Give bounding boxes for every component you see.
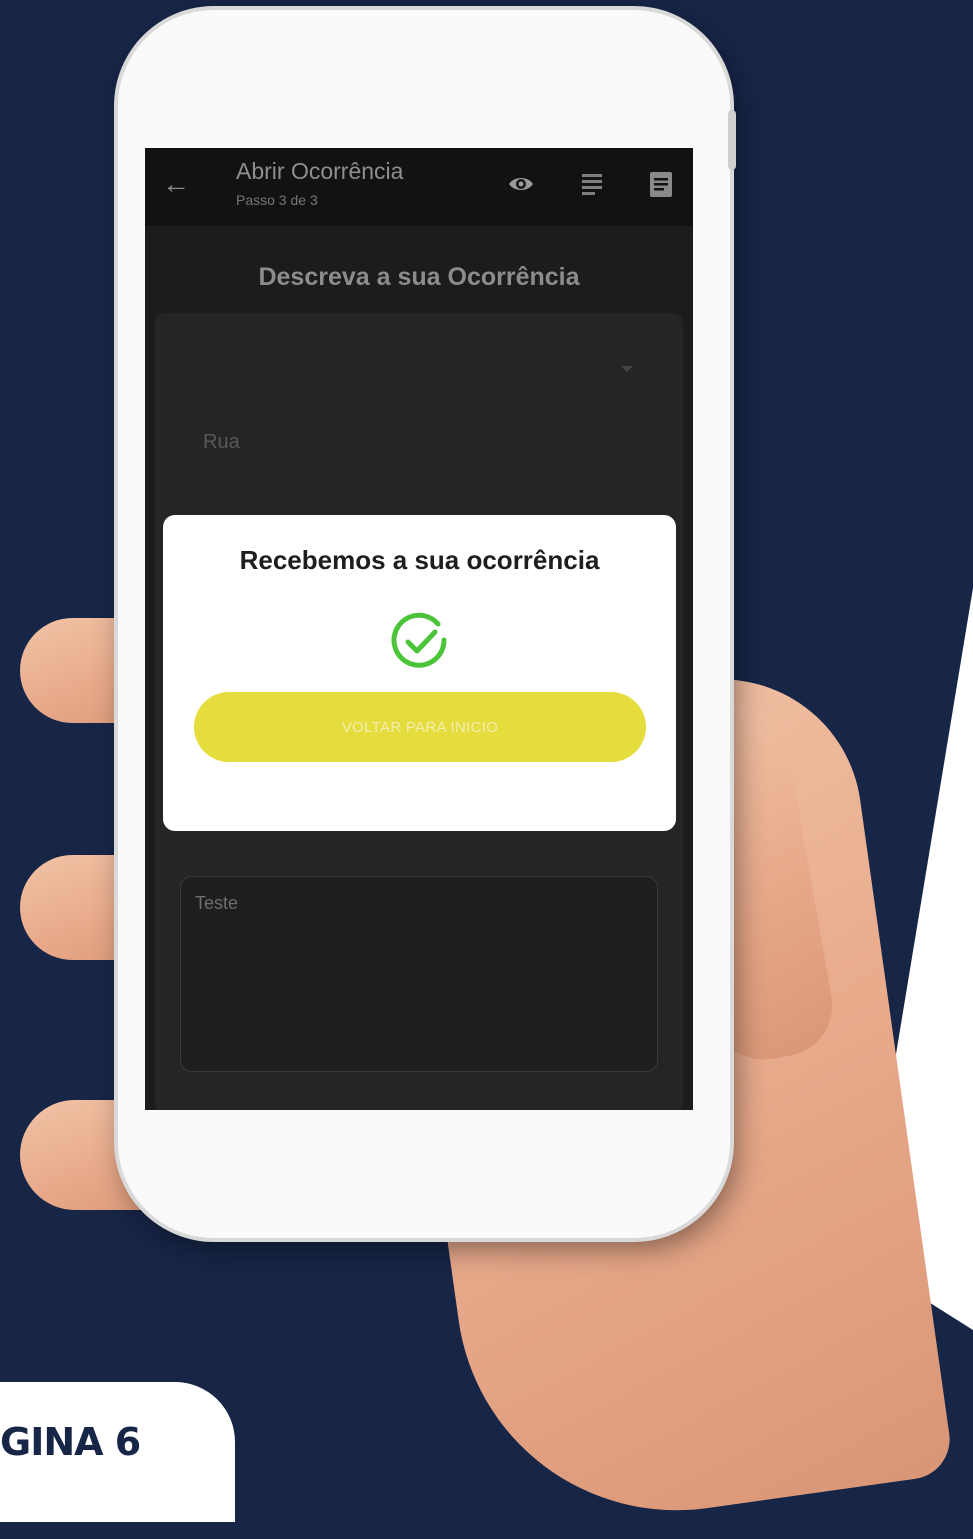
arrow-left-icon[interactable]: ←: [162, 170, 190, 198]
description-text: Teste: [195, 893, 239, 913]
document-icon[interactable]: [647, 170, 675, 198]
chevron-down-icon[interactable]: [621, 366, 633, 372]
page-number: GINA 6: [0, 1420, 141, 1464]
street-field[interactable]: Rua: [203, 431, 240, 454]
screen-heading: Descreva a sua Ocorrência: [258, 263, 580, 291]
app-subtitle: Passo 3 de 3: [236, 192, 318, 208]
description-textarea[interactable]: [180, 876, 658, 1072]
eye-icon[interactable]: [507, 170, 535, 198]
confirmation-dialog: Recebemos a sua ocorrência VOLTAR PARA I…: [163, 515, 676, 831]
list-icon[interactable]: [578, 170, 606, 198]
phone-side-button: [728, 110, 736, 170]
back-to-home-button[interactable]: VOLTAR PARA INICIO: [194, 692, 646, 762]
check-circle-icon: [391, 612, 447, 668]
app-bar: ← Abrir Ocorrência Passo 3 de 3: [145, 148, 693, 226]
app-title: Abrir Ocorrência: [236, 158, 404, 184]
dialog-title: Recebemos a sua ocorrência: [239, 545, 600, 575]
